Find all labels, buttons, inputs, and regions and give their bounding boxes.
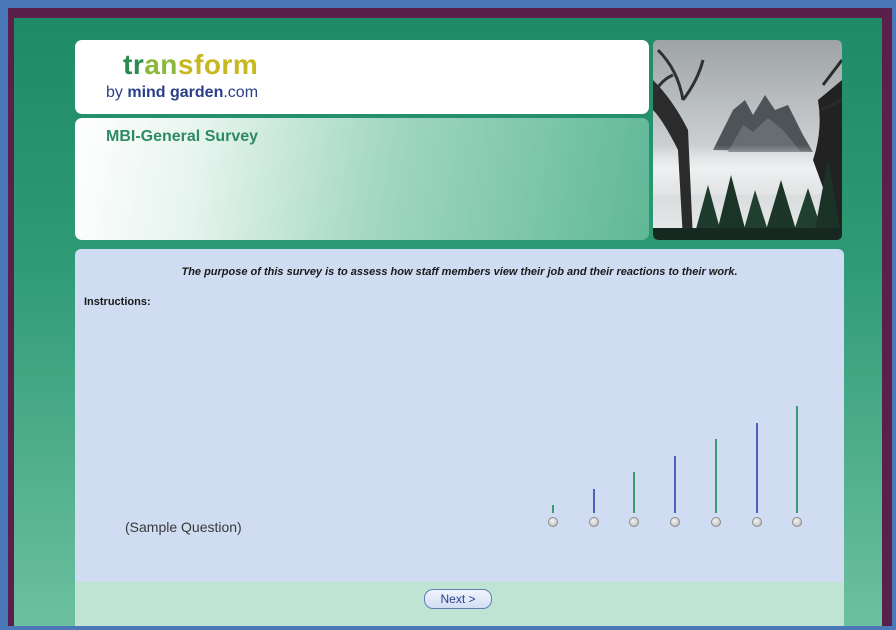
misty-forest-photo: [653, 40, 842, 240]
survey-content: The purpose of this survey is to assess …: [75, 249, 844, 582]
scale-radio[interactable]: [548, 517, 558, 527]
scale-radio[interactable]: [751, 517, 762, 527]
scale-stem: [552, 505, 554, 513]
scale-stem: [714, 439, 717, 513]
scale-stem: [755, 422, 758, 513]
scale-radio[interactable]: [588, 517, 599, 527]
title-panel: MBI-General Survey: [75, 118, 649, 240]
footer-bar: Next >: [75, 582, 844, 626]
forest-image: [653, 40, 842, 240]
scale-stem: [796, 406, 799, 513]
mind-garden-logo: by mind garden.com: [106, 84, 259, 101]
logo-panel: transform by mind garden.com: [75, 40, 649, 114]
scale-radio[interactable]: [670, 517, 681, 527]
transform-logo: transform: [123, 49, 259, 80]
survey-page: transform by mind garden.com MBI-General…: [14, 18, 888, 626]
survey-purpose: The purpose of this survey is to assess …: [181, 266, 738, 278]
scale-radio[interactable]: [710, 517, 721, 527]
scale-radio[interactable]: [629, 517, 640, 527]
sample-question: (Sample Question): [125, 519, 242, 535]
scale-stem: [633, 472, 636, 513]
scale-radio[interactable]: [792, 517, 803, 527]
survey-title: MBI-General Survey: [106, 128, 259, 145]
scale-stem: [674, 455, 677, 513]
scale-stem: [592, 488, 595, 513]
next-button[interactable]: Next >: [424, 589, 492, 609]
instructions-label: Instructions:: [84, 296, 151, 308]
